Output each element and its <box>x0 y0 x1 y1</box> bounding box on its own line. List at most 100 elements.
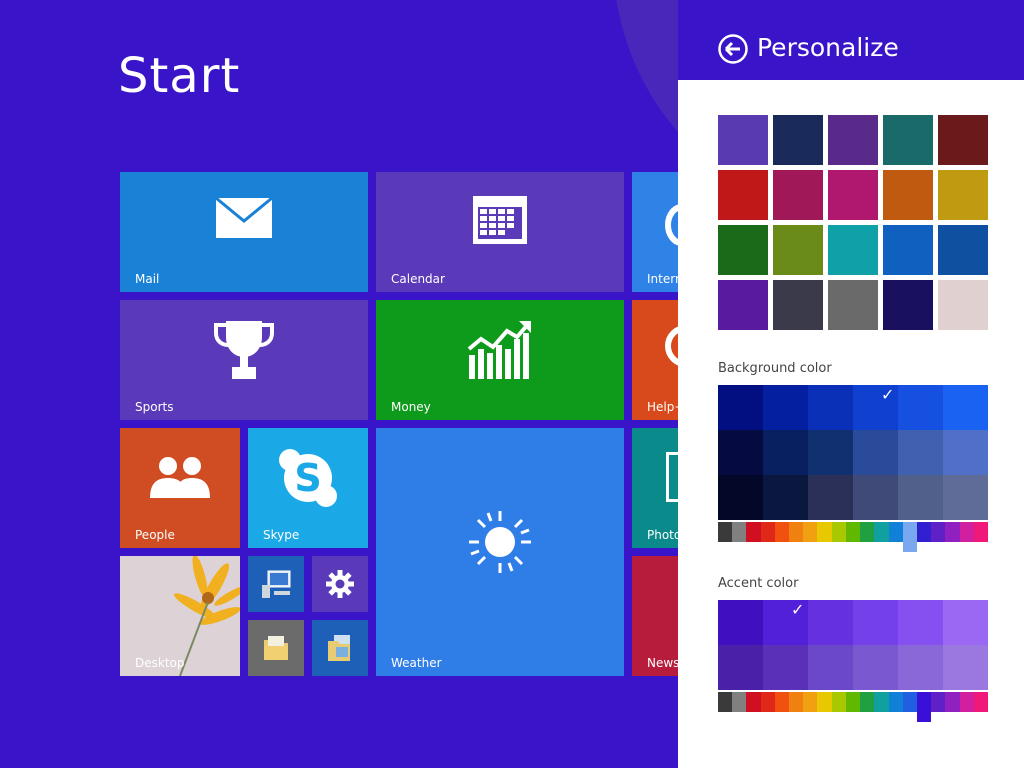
tile-skype[interactable]: S Skype <box>248 428 368 548</box>
hue-swatch[interactable] <box>774 522 790 542</box>
hue-swatch[interactable] <box>959 692 975 712</box>
tile-money[interactable]: Money <box>376 300 624 420</box>
hue-selection-marker[interactable] <box>902 522 917 552</box>
hue-swatch[interactable] <box>746 522 762 542</box>
hue-swatch[interactable] <box>845 522 861 542</box>
color-swatch[interactable] <box>898 430 943 475</box>
hue-swatch[interactable] <box>874 522 890 542</box>
color-swatch[interactable] <box>898 600 943 645</box>
color-swatch[interactable] <box>718 475 763 520</box>
background-image-thumb[interactable] <box>773 280 823 330</box>
tile-libraries[interactable] <box>312 620 368 676</box>
hue-swatch[interactable] <box>931 522 946 542</box>
background-image-thumb[interactable] <box>883 280 933 330</box>
tile-file-explorer[interactable] <box>248 620 304 676</box>
hue-swatch[interactable] <box>888 522 904 542</box>
background-image-thumb[interactable] <box>938 170 988 220</box>
tile-mail[interactable]: Mail <box>120 172 368 292</box>
tile-calendar[interactable]: Calendar <box>376 172 624 292</box>
color-swatch[interactable] <box>853 475 898 520</box>
color-swatch[interactable] <box>898 475 943 520</box>
color-swatch[interactable] <box>763 430 808 475</box>
hue-swatch[interactable] <box>845 692 861 712</box>
color-swatch[interactable] <box>943 430 988 475</box>
background-image-thumb[interactable] <box>718 115 768 165</box>
background-image-thumb[interactable] <box>883 225 933 275</box>
hue-swatch[interactable] <box>973 522 989 542</box>
hue-swatch[interactable] <box>817 522 833 542</box>
color-swatch[interactable] <box>718 385 763 430</box>
hue-swatch[interactable] <box>931 692 946 712</box>
tile-sports[interactable]: Sports <box>120 300 368 420</box>
color-swatch[interactable] <box>943 645 988 690</box>
hue-swatch[interactable] <box>760 522 776 542</box>
tile-this-pc[interactable] <box>248 556 304 612</box>
hue-swatch[interactable] <box>732 522 747 542</box>
color-swatch[interactable] <box>853 600 898 645</box>
hue-swatch[interactable] <box>945 522 961 542</box>
background-image-thumb[interactable] <box>828 170 878 220</box>
hue-swatch[interactable] <box>916 522 932 542</box>
hue-swatch[interactable] <box>718 522 733 542</box>
tile-settings[interactable] <box>312 556 368 612</box>
back-arrow-icon[interactable] <box>718 34 748 64</box>
hue-swatch[interactable] <box>945 692 961 712</box>
hue-swatch[interactable] <box>746 692 762 712</box>
color-swatch[interactable] <box>808 645 853 690</box>
hue-swatch[interactable] <box>959 522 975 542</box>
background-image-thumb[interactable] <box>773 115 823 165</box>
hue-swatch[interactable] <box>860 692 875 712</box>
color-swatch[interactable] <box>898 385 943 430</box>
tile-people[interactable]: People <box>120 428 240 548</box>
tile-photos[interactable]: Photo <box>632 428 678 548</box>
hue-swatch[interactable] <box>789 522 804 542</box>
hue-swatch[interactable] <box>888 692 904 712</box>
color-swatch[interactable] <box>943 600 988 645</box>
color-swatch[interactable] <box>808 475 853 520</box>
background-image-thumb[interactable] <box>828 115 878 165</box>
hue-selection-marker[interactable] <box>916 692 932 722</box>
hue-swatch[interactable] <box>817 692 833 712</box>
color-swatch[interactable] <box>943 385 988 430</box>
background-image-thumb[interactable] <box>883 115 933 165</box>
background-image-thumb[interactable] <box>828 225 878 275</box>
hue-swatch[interactable] <box>803 522 818 542</box>
background-image-thumb[interactable] <box>938 225 988 275</box>
color-swatch[interactable] <box>853 430 898 475</box>
background-image-thumb[interactable] <box>938 280 988 330</box>
color-swatch[interactable] <box>763 645 808 690</box>
color-swatch[interactable] <box>808 600 853 645</box>
tile-desktop[interactable]: Desktop <box>120 556 240 676</box>
hue-swatch[interactable] <box>803 692 818 712</box>
hue-swatch[interactable] <box>874 692 890 712</box>
color-swatch[interactable] <box>853 645 898 690</box>
hue-swatch[interactable] <box>831 522 847 542</box>
color-swatch[interactable] <box>763 475 808 520</box>
color-swatch[interactable] <box>763 385 808 430</box>
background-image-thumb[interactable] <box>718 225 768 275</box>
background-image-thumb[interactable] <box>883 170 933 220</box>
background-image-thumb[interactable] <box>938 115 988 165</box>
tile-weather[interactable]: Weather <box>376 428 624 676</box>
tile-help[interactable]: Help+ <box>632 300 678 420</box>
background-image-thumb[interactable] <box>718 170 768 220</box>
hue-swatch[interactable] <box>902 692 918 712</box>
hue-swatch[interactable] <box>860 522 875 542</box>
background-image-thumb[interactable] <box>718 280 768 330</box>
background-image-thumb[interactable] <box>773 170 823 220</box>
background-image-thumb[interactable] <box>773 225 823 275</box>
hue-swatch[interactable] <box>789 692 804 712</box>
color-swatch[interactable] <box>943 475 988 520</box>
color-swatch[interactable] <box>718 430 763 475</box>
color-swatch[interactable] <box>718 600 763 645</box>
color-swatch[interactable] <box>808 385 853 430</box>
color-swatch[interactable] <box>898 645 943 690</box>
tile-internet-explorer[interactable]: Intern <box>632 172 678 292</box>
tile-news[interactable]: News <box>632 556 678 676</box>
color-swatch[interactable] <box>718 645 763 690</box>
hue-swatch[interactable] <box>973 692 989 712</box>
hue-swatch[interactable] <box>760 692 776 712</box>
background-image-thumb[interactable] <box>828 280 878 330</box>
hue-swatch[interactable] <box>831 692 847 712</box>
hue-swatch[interactable] <box>732 692 747 712</box>
